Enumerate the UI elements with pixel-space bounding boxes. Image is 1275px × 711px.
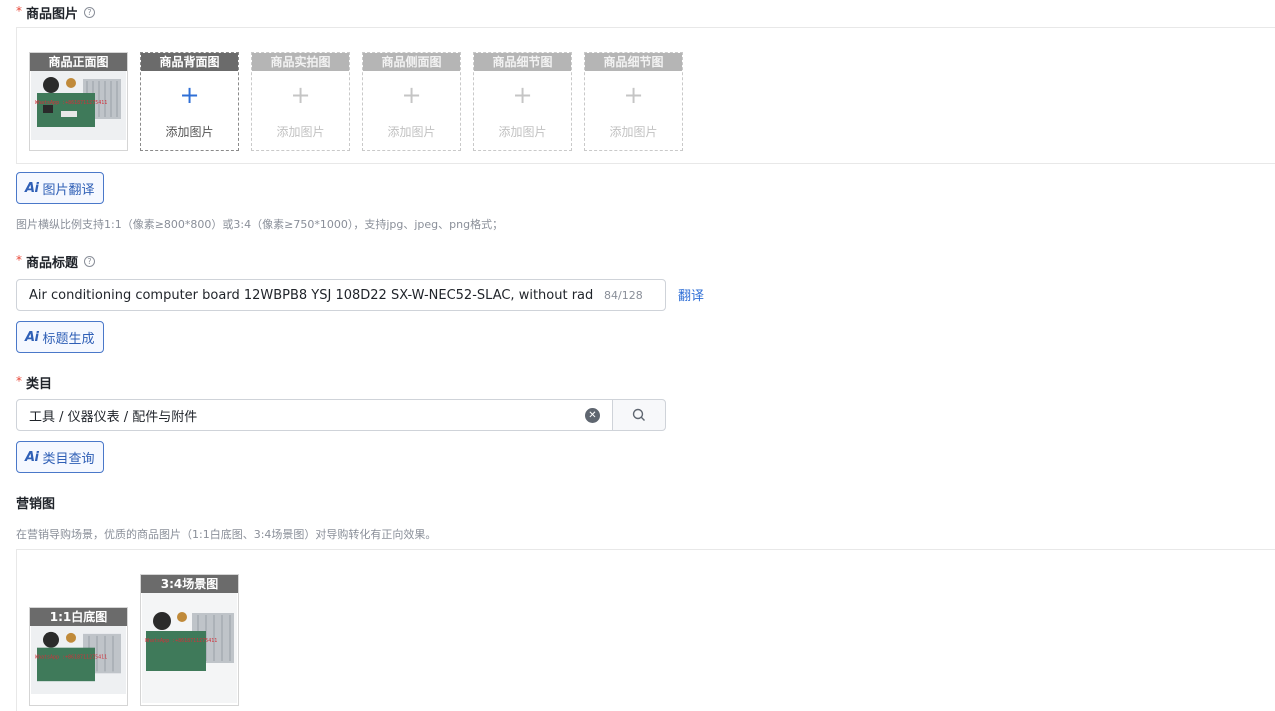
image-slot-real[interactable]: 商品实拍图 + 添加图片 (251, 52, 350, 151)
image-slot-front[interactable]: 商品正面图 WhatsApp :+8618711275411 (29, 52, 128, 151)
translate-link[interactable]: 翻译 (678, 285, 704, 304)
svg-text:WhatsApp :+8618711275411: WhatsApp :+8618711275411 (35, 655, 107, 661)
add-image-label: 添加图片 (165, 125, 214, 139)
product-title-input[interactable]: Air conditioning computer board 12WBPB8 … (16, 279, 666, 311)
plus-icon: + (623, 81, 644, 109)
plus-icon: + (512, 81, 533, 109)
slot-caption: 商品侧面图 (363, 53, 460, 71)
category-value[interactable]: 工具 / 仪器仪表 / 配件与附件 (29, 406, 585, 425)
plus-icon: + (179, 81, 200, 109)
slot-caption: 1:1白底图 (30, 608, 127, 626)
product-title-heading: 商品标题 (26, 256, 79, 271)
slot-caption: 商品背面图 (141, 53, 238, 71)
slot-caption: 商品实拍图 (252, 53, 349, 71)
question-circle-icon[interactable]: ? (84, 7, 96, 18)
marketing-images-label: 营销图 (16, 493, 55, 512)
marketing-slot-square[interactable]: 1:1白底图 WhatsApp :+8618711275411 (29, 607, 128, 706)
add-image-label: 添加图片 (276, 125, 325, 139)
ai-icon: Ai (25, 329, 39, 345)
required-mark: * (16, 373, 22, 388)
ai-icon: Ai (25, 449, 39, 465)
add-image-label: 添加图片 (387, 125, 436, 139)
category-label: * 类目 (16, 373, 53, 393)
product-images-label: * 商品图片 ? (16, 3, 96, 22)
search-icon (632, 408, 645, 421)
title-generate-button[interactable]: Ai 标题生成 (16, 321, 104, 353)
category-search-button[interactable] (612, 399, 666, 431)
plus-icon: + (401, 81, 422, 109)
image-ratio-hint: 图片横纵比例支持1:1（像素≥800*800）或3:4（像素≥750*1000）… (16, 218, 504, 231)
product-title-label: * 商品标题 ? (16, 252, 96, 271)
image-slot-side[interactable]: 商品侧面图 + 添加图片 (362, 52, 461, 151)
svg-text:WhatsApp :+8618711275411: WhatsApp :+8618711275411 (145, 638, 217, 644)
category-heading: 类目 (26, 377, 53, 392)
slot-caption: 3:4场景图 (141, 575, 238, 593)
image-translate-label: 图片翻译 (42, 182, 95, 198)
add-image-label: 添加图片 (609, 125, 658, 139)
category-query-button[interactable]: Ai 类目查询 (16, 441, 104, 473)
image-slot-detail-2[interactable]: 商品细节图 + 添加图片 (584, 52, 683, 151)
slot-caption: 商品正面图 (30, 53, 127, 71)
category-query-label: 类目查询 (42, 451, 95, 467)
image-slot-back[interactable]: 商品背面图 + 添加图片 (140, 52, 239, 151)
marketing-images-heading: 营销图 (16, 497, 56, 512)
marketing-hint: 在营销导购场景，优质的商品图片（1:1白底图、3:4场景图）对导购转化有正向效果… (16, 528, 437, 541)
product-title-value[interactable]: Air conditioning computer board 12WBPB8 … (29, 288, 594, 303)
product-thumbnail: WhatsApp :+8618711275411 (142, 593, 237, 703)
question-circle-icon[interactable]: ? (84, 256, 96, 267)
required-mark: * (16, 3, 22, 18)
required-mark: * (16, 252, 22, 267)
ai-icon: Ai (25, 180, 39, 196)
svg-text:WhatsApp :+8618711275411: WhatsApp :+8618711275411 (35, 100, 107, 106)
plus-icon: + (290, 81, 311, 109)
image-translate-button[interactable]: Ai 图片翻译 (16, 172, 104, 204)
image-slot-detail-1[interactable]: 商品细节图 + 添加图片 (473, 52, 572, 151)
slot-caption: 商品细节图 (474, 53, 571, 71)
category-input[interactable]: 工具 / 仪器仪表 / 配件与附件 ✕ (16, 399, 613, 431)
char-count: 84/128 (604, 288, 643, 302)
title-generate-label: 标题生成 (42, 331, 95, 347)
product-images-title: 商品图片 (26, 7, 79, 22)
add-image-label: 添加图片 (498, 125, 547, 139)
slot-caption: 商品细节图 (585, 53, 682, 71)
product-thumbnail: WhatsApp :+8618711275411 (31, 71, 126, 140)
product-thumbnail: WhatsApp :+8618711275411 (31, 626, 126, 694)
marketing-slot-portrait[interactable]: 3:4场景图 WhatsApp :+8618711275411 (140, 574, 239, 706)
clear-circle-icon[interactable]: ✕ (585, 407, 600, 423)
